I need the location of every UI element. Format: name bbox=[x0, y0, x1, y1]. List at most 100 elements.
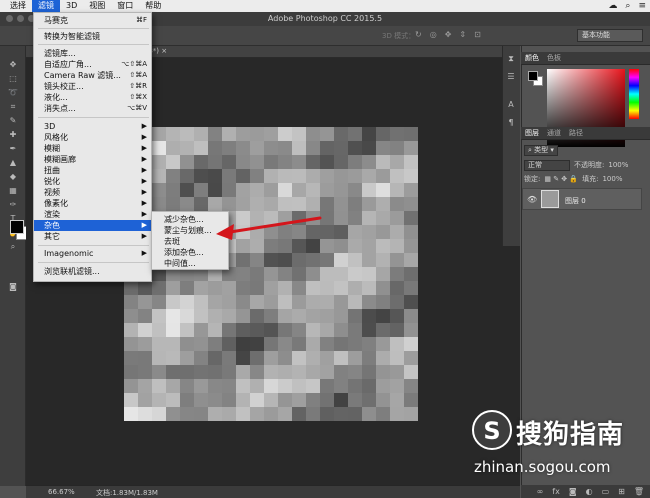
healing-tool-icon[interactable]: ✚ bbox=[3, 130, 23, 140]
drive-icon[interactable]: ☁ bbox=[608, 1, 617, 11]
menu-select[interactable]: 选择 bbox=[4, 0, 32, 12]
slide-3d-icon[interactable]: ⇕ bbox=[459, 30, 466, 39]
marquee-tool-icon[interactable]: ⬚ bbox=[3, 74, 23, 84]
tab-paths[interactable]: 路径 bbox=[569, 128, 583, 138]
menu-item-pixelate[interactable]: 像素化 ▶ bbox=[34, 198, 153, 209]
search-icon[interactable]: ⌕ bbox=[625, 1, 630, 11]
mosaic-cell bbox=[292, 169, 306, 183]
layer-name[interactable]: 图层 0 bbox=[565, 196, 586, 206]
mosaic-cell bbox=[250, 309, 264, 323]
menu-filter[interactable]: 滤镜 bbox=[32, 0, 60, 12]
mosaic-cell bbox=[362, 407, 376, 421]
properties-icon[interactable]: ☰ bbox=[505, 72, 517, 82]
zoom-level[interactable]: 66.67% bbox=[48, 488, 75, 496]
menu-item-3d[interactable]: 3D ▶ bbox=[34, 121, 153, 132]
mosaic-cell bbox=[306, 141, 320, 155]
mosaic-cell bbox=[348, 351, 362, 365]
move-tool-icon[interactable]: ✥ bbox=[3, 60, 23, 70]
mosaic-cell bbox=[166, 351, 180, 365]
history-icon[interactable]: ⧗ bbox=[505, 54, 517, 64]
menu-item-blur[interactable]: 模糊 ▶ bbox=[34, 143, 153, 154]
fill-value[interactable]: 100% bbox=[602, 175, 622, 183]
adjustment-icon[interactable]: ◐ bbox=[586, 487, 593, 496]
arrow-shaft bbox=[228, 216, 322, 234]
menu-help[interactable]: 帮助 bbox=[139, 0, 167, 12]
panel-foreground-swatch[interactable] bbox=[528, 71, 538, 81]
window-controls bbox=[6, 15, 35, 22]
new-layer-icon[interactable]: ⊞ bbox=[618, 487, 625, 496]
lock-icons[interactable]: ▦ ✎ ✥ 🔒 bbox=[544, 175, 578, 183]
list-icon[interactable]: ≡ bbox=[638, 1, 646, 11]
menu-item-lens-correction[interactable]: 镜头校正... ⇧⌘R bbox=[34, 81, 153, 92]
watermark-url: zhinan.sogou.com bbox=[474, 458, 611, 476]
mosaic-cell bbox=[264, 127, 278, 141]
scale-3d-icon[interactable]: ⊡ bbox=[474, 30, 481, 39]
submenu-median[interactable]: 中间值... bbox=[152, 258, 230, 269]
quick-mask-icon[interactable]: ◙ bbox=[3, 282, 23, 292]
menu-item-last-filter[interactable]: 马赛克 ⌘F bbox=[34, 15, 153, 26]
workspace-select[interactable]: 基本功能 bbox=[577, 29, 643, 42]
mosaic-cell bbox=[278, 155, 292, 169]
menu-window[interactable]: 窗口 bbox=[111, 0, 139, 12]
eraser-tool-icon[interactable]: ◆ bbox=[3, 172, 23, 182]
zoom-tool-icon[interactable]: ⌕ bbox=[3, 242, 23, 252]
mosaic-cell bbox=[362, 309, 376, 323]
lasso-tool-icon[interactable]: ➰ bbox=[3, 88, 23, 98]
mosaic-cell bbox=[334, 309, 348, 323]
menu-item-camera-raw[interactable]: Camera Raw 滤镜... ⇧⌘A bbox=[34, 70, 153, 81]
mask-icon[interactable]: ◙ bbox=[569, 487, 577, 496]
mosaic-cell bbox=[404, 225, 418, 239]
roll-3d-icon[interactable]: ◎ bbox=[430, 30, 437, 39]
trash-icon[interactable]: 🗑 bbox=[634, 487, 644, 496]
fx-icon[interactable]: fx bbox=[552, 487, 560, 496]
menu-separator bbox=[38, 245, 149, 246]
sogou-logo-icon: S bbox=[472, 410, 512, 450]
menu-view[interactable]: 视图 bbox=[83, 0, 111, 12]
menu-item-vanishing-point[interactable]: 消失点... ⌥⌘V bbox=[34, 103, 153, 114]
stamp-tool-icon[interactable]: ▲ bbox=[3, 158, 23, 168]
menu-item-imagenomic[interactable]: Imagenomic ▶ bbox=[34, 248, 153, 259]
close-window-icon[interactable] bbox=[6, 15, 13, 22]
menu-item-video[interactable]: 视频 ▶ bbox=[34, 187, 153, 198]
gradient-tool-icon[interactable]: ▦ bbox=[3, 186, 23, 196]
crop-tool-icon[interactable]: ⌗ bbox=[3, 102, 23, 112]
tab-color[interactable]: 颜色 bbox=[525, 53, 539, 63]
menu-item-filter-gallery[interactable]: 滤镜库... bbox=[34, 48, 153, 59]
tab-layers[interactable]: 图层 bbox=[525, 128, 539, 138]
paragraph-icon[interactable]: ¶ bbox=[505, 118, 517, 128]
menu-item-blur-gallery[interactable]: 模糊画廊 ▶ bbox=[34, 154, 153, 165]
drag-3d-icon[interactable]: ✥ bbox=[445, 30, 452, 39]
menu-item-render[interactable]: 渲染 ▶ bbox=[34, 209, 153, 220]
foreground-color-swatch[interactable] bbox=[10, 220, 24, 234]
hue-slider[interactable] bbox=[629, 69, 639, 119]
mosaic-cell bbox=[194, 393, 208, 407]
brush-tool-icon[interactable]: ✒ bbox=[3, 144, 23, 154]
menu-item-browse-online-filters[interactable]: 浏览联机滤镜... bbox=[34, 266, 153, 277]
pen-tool-icon[interactable]: ✑ bbox=[3, 200, 23, 210]
pixelated-canvas-image[interactable] bbox=[124, 127, 418, 421]
menu-item-other[interactable]: 其它 ▶ bbox=[34, 231, 153, 242]
eyedropper-tool-icon[interactable]: ✎ bbox=[3, 116, 23, 126]
menu-item-adaptive-wide-angle[interactable]: 自适应广角... ⌥⇧⌘A bbox=[34, 59, 153, 70]
mosaic-cell bbox=[404, 393, 418, 407]
menu-3d[interactable]: 3D bbox=[60, 0, 83, 12]
menu-item-sharpen[interactable]: 锐化 ▶ bbox=[34, 176, 153, 187]
eye-icon[interactable]: 👁 bbox=[527, 195, 537, 204]
minimize-window-icon[interactable] bbox=[17, 15, 24, 22]
mosaic-cell bbox=[250, 169, 264, 183]
opacity-value[interactable]: 100% bbox=[608, 161, 628, 169]
menu-item-distort[interactable]: 扭曲 ▶ bbox=[34, 165, 153, 176]
character-icon[interactable]: A bbox=[505, 100, 517, 110]
tab-channels[interactable]: 通道 bbox=[547, 128, 561, 138]
layer-kind-select[interactable]: ⌕ 类型 ▾ bbox=[524, 144, 558, 156]
menu-item-noise[interactable]: 杂色 ▶ bbox=[34, 220, 153, 231]
mosaic-cell bbox=[320, 127, 334, 141]
folder-icon[interactable]: ▭ bbox=[602, 487, 610, 496]
blend-mode-select[interactable]: 正常 bbox=[524, 159, 570, 171]
link-icon[interactable]: ∞ bbox=[537, 487, 544, 496]
tab-swatches[interactable]: 色板 bbox=[547, 53, 561, 63]
menu-item-liquify[interactable]: 液化... ⇧⌘X bbox=[34, 92, 153, 103]
menu-item-stylize[interactable]: 风格化 ▶ bbox=[34, 132, 153, 143]
rotate-3d-icon[interactable]: ↻ bbox=[415, 30, 422, 39]
menu-item-smart-filter[interactable]: 转换为智能滤镜 bbox=[34, 31, 153, 42]
